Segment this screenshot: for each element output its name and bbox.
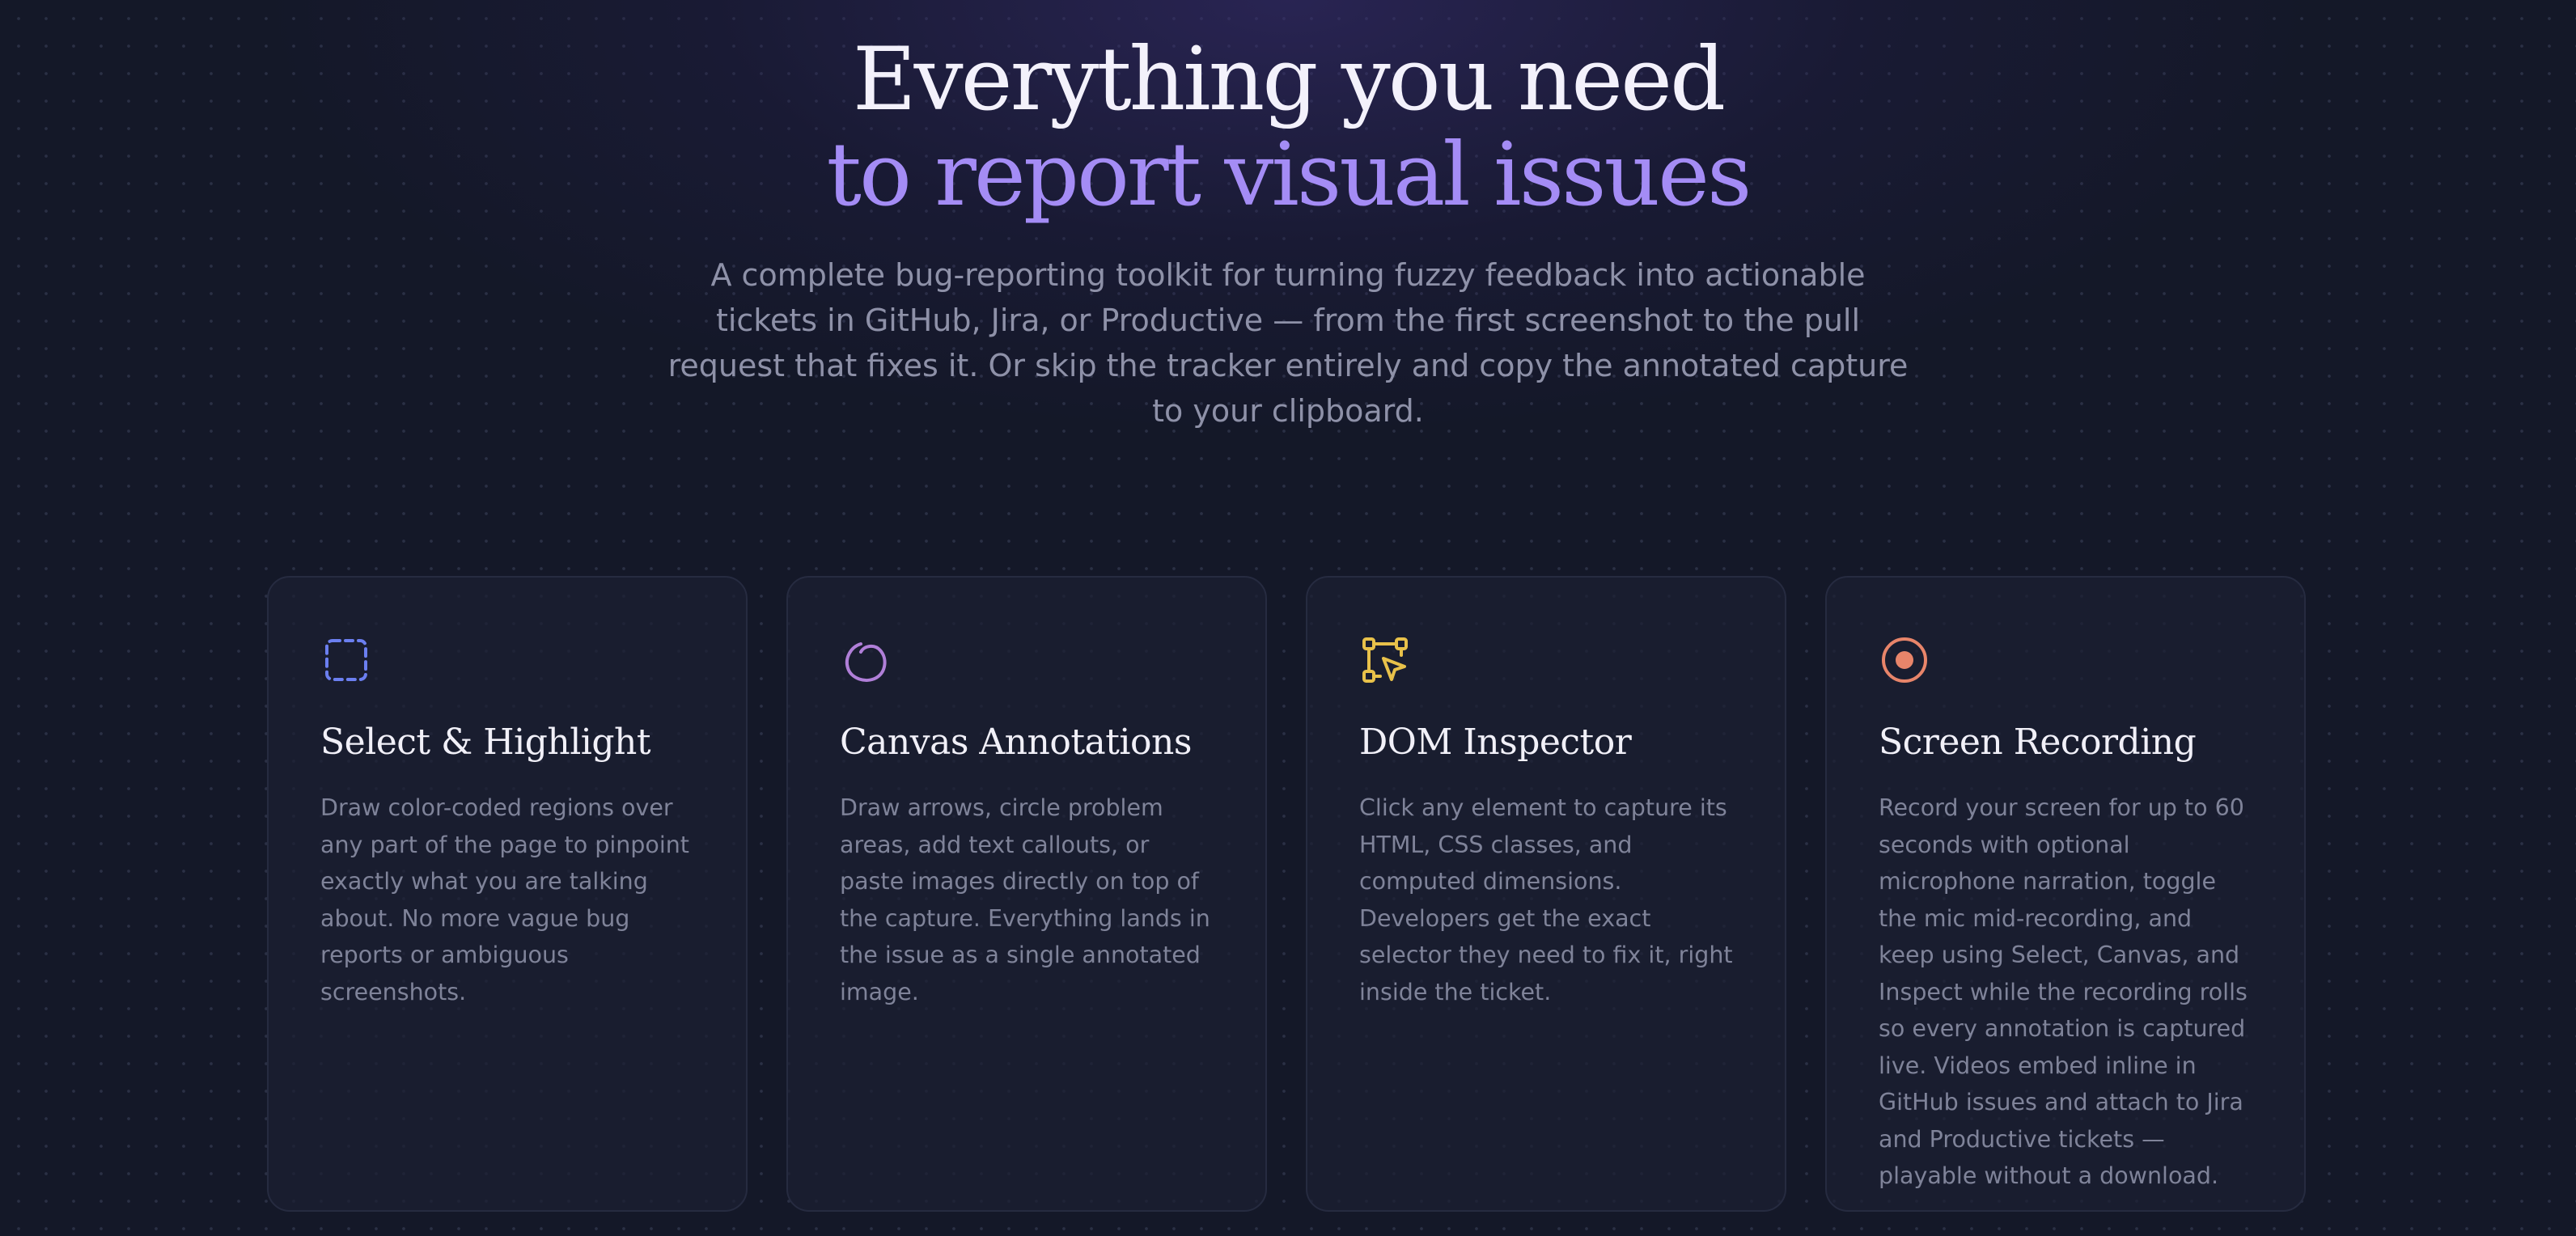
freehand-circle-icon <box>840 634 892 686</box>
hero-title-line-1: Everything you need <box>852 29 1726 130</box>
feature-title: DOM Inspector <box>1359 722 1632 763</box>
feature-card-screen-recording: Screen Recording Record your screen for … <box>1825 576 2306 1212</box>
feature-description: Record your screen for up to 60 seconds … <box>1879 794 2248 1189</box>
feature-title: Screen Recording <box>1879 722 2197 763</box>
feature-description: Draw color-coded regions over any part o… <box>320 794 689 1005</box>
feature-title: Canvas Annotations <box>840 722 1192 763</box>
feature-description: Click any element to capture its HTML, C… <box>1359 794 1733 1005</box>
feature-card-dom-inspector: DOM Inspector Click any element to captu… <box>1306 576 1786 1212</box>
element-cursor-icon <box>1359 634 1411 686</box>
dashed-selection-icon <box>320 634 372 686</box>
record-icon <box>1879 634 1930 686</box>
hero-section: Everything you need to report visual iss… <box>0 0 2576 434</box>
hero-subtitle: A complete bug-reporting toolkit for tur… <box>667 257 1909 429</box>
feature-description: Draw arrows, circle problem areas, add t… <box>840 794 1210 1005</box>
feature-card-select-highlight: Select & Highlight Draw color-coded regi… <box>267 576 748 1212</box>
hero-title-line-2: to report visual issues <box>826 125 1752 226</box>
feature-card-canvas-annotations: Canvas Annotations Draw arrows, circle p… <box>786 576 1267 1212</box>
feature-title: Select & Highlight <box>320 722 651 763</box>
hero-title: Everything you need to report visual iss… <box>0 0 2576 223</box>
feature-cards: Select & Highlight Draw color-coded regi… <box>267 576 2307 1212</box>
